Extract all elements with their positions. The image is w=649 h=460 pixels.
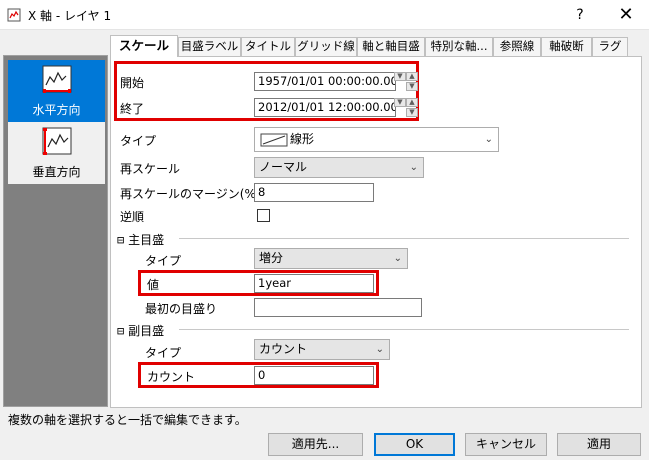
- title-bar: X 軸 - レイヤ 1 ? ✕: [0, 0, 649, 30]
- major-group-label: 主目盛: [128, 233, 165, 247]
- reverse-checkbox[interactable]: [257, 209, 270, 222]
- sidebar-item-vertical[interactable]: 垂直方向: [8, 122, 105, 184]
- cancel-button[interactable]: キャンセル: [465, 433, 547, 456]
- spin-up-icon: ▲: [406, 98, 418, 107]
- collapse-icon: ⊟: [117, 324, 125, 338]
- chevron-down-icon: ▼: [394, 98, 406, 107]
- type-label: タイプ: [120, 134, 157, 148]
- spin-down-icon: ▼: [406, 108, 418, 117]
- minor-group-header[interactable]: ⊟ 副目盛: [117, 322, 164, 339]
- major-group-header[interactable]: ⊟ 主目盛: [117, 231, 164, 248]
- major-value-input[interactable]: 1year: [254, 274, 374, 293]
- major-type-label: タイプ: [145, 254, 182, 268]
- group-divider: [179, 329, 629, 330]
- scale-settings-panel: 開始 1957/01/01 00:00:00.000 ▼ ▲ ▼ 終了 2012…: [110, 56, 642, 408]
- tab-scale[interactable]: スケール: [110, 35, 178, 57]
- collapse-icon: ⊟: [117, 233, 125, 247]
- minor-count-input[interactable]: 0: [254, 366, 374, 385]
- tab-grid-lines[interactable]: グリッド線: [295, 37, 357, 56]
- tab-axis-break[interactable]: 軸破断: [541, 37, 592, 56]
- minor-type-value: カウント: [259, 342, 308, 356]
- apply-to-button[interactable]: 適用先...: [268, 433, 363, 456]
- minor-group-label: 副目盛: [128, 324, 165, 338]
- start-label: 開始: [120, 76, 145, 90]
- linear-scale-icon: [260, 133, 288, 147]
- start-input[interactable]: 1957/01/01 00:00:00.000: [254, 72, 396, 91]
- start-spinner[interactable]: ▲ ▼: [406, 72, 418, 91]
- rescale-label: 再スケール: [120, 162, 181, 176]
- help-button[interactable]: ?: [568, 4, 592, 26]
- rescale-value: ノーマル: [259, 160, 308, 174]
- end-input[interactable]: 2012/01/01 12:00:00.000: [254, 98, 396, 117]
- tab-reference-lines[interactable]: 参照線: [493, 37, 541, 56]
- major-type-select[interactable]: 増分 ⌄: [254, 248, 408, 269]
- chevron-down-icon: ⌄: [484, 134, 493, 145]
- chevron-down-icon: ⌄: [375, 344, 384, 355]
- minor-type-select[interactable]: カウント ⌄: [254, 339, 390, 360]
- sidebar-item-label: 垂直方向: [32, 165, 81, 179]
- minor-count-label: カウント: [147, 370, 196, 384]
- chevron-down-icon: ⌄: [409, 162, 418, 173]
- app-icon: [7, 8, 21, 22]
- horizontal-axis-icon: [42, 65, 72, 93]
- first-tick-input[interactable]: [254, 298, 422, 317]
- tab-tick-labels[interactable]: 目盛ラベル: [178, 37, 241, 56]
- spin-up-icon: ▲: [406, 72, 418, 81]
- type-value: 線形: [290, 132, 315, 146]
- sidebar-item-label: 水平方向: [32, 103, 81, 117]
- ok-button[interactable]: OK: [374, 433, 455, 456]
- tab-strip: スケール 目盛ラベル タイトル グリッド線 軸と軸目盛 特別な軸... 参照線 …: [110, 35, 640, 57]
- sidebar-item-horizontal[interactable]: 水平方向: [8, 60, 105, 122]
- margin-input[interactable]: 8: [254, 183, 374, 202]
- vertical-axis-icon: [42, 127, 72, 155]
- group-divider: [179, 238, 629, 239]
- axis-direction-panel: 水平方向 垂直方向: [3, 55, 108, 407]
- tab-title[interactable]: タイトル: [241, 37, 295, 56]
- chevron-down-icon: ▼: [394, 72, 406, 81]
- tab-special-axis[interactable]: 特別な軸...: [425, 37, 493, 56]
- rescale-select[interactable]: ノーマル ⌄: [254, 157, 424, 178]
- major-value-label: 値: [147, 278, 160, 292]
- first-tick-label: 最初の目盛り: [145, 302, 218, 316]
- close-button[interactable]: ✕: [610, 2, 642, 28]
- apply-button[interactable]: 適用: [557, 433, 641, 456]
- end-spinner[interactable]: ▲ ▼: [406, 98, 418, 117]
- tab-rug[interactable]: ラグ: [592, 37, 628, 56]
- chevron-down-icon: ⌄: [393, 253, 402, 264]
- spin-down-icon: ▼: [406, 82, 418, 91]
- window-title: X 軸 - レイヤ 1: [28, 9, 112, 23]
- end-label: 終了: [120, 102, 145, 116]
- status-text: 複数の軸を選択すると一括で編集できます。: [8, 413, 247, 427]
- start-dropdown[interactable]: ▼: [394, 72, 406, 91]
- type-select[interactable]: 線形 ⌄: [254, 127, 499, 152]
- margin-label: 再スケールのマージン(%): [120, 187, 261, 201]
- reverse-label: 逆順: [120, 210, 145, 224]
- end-dropdown[interactable]: ▼: [394, 98, 406, 117]
- major-type-value: 増分: [259, 251, 284, 265]
- tab-axis-ticks[interactable]: 軸と軸目盛: [357, 37, 425, 56]
- minor-type-label: タイプ: [145, 346, 182, 360]
